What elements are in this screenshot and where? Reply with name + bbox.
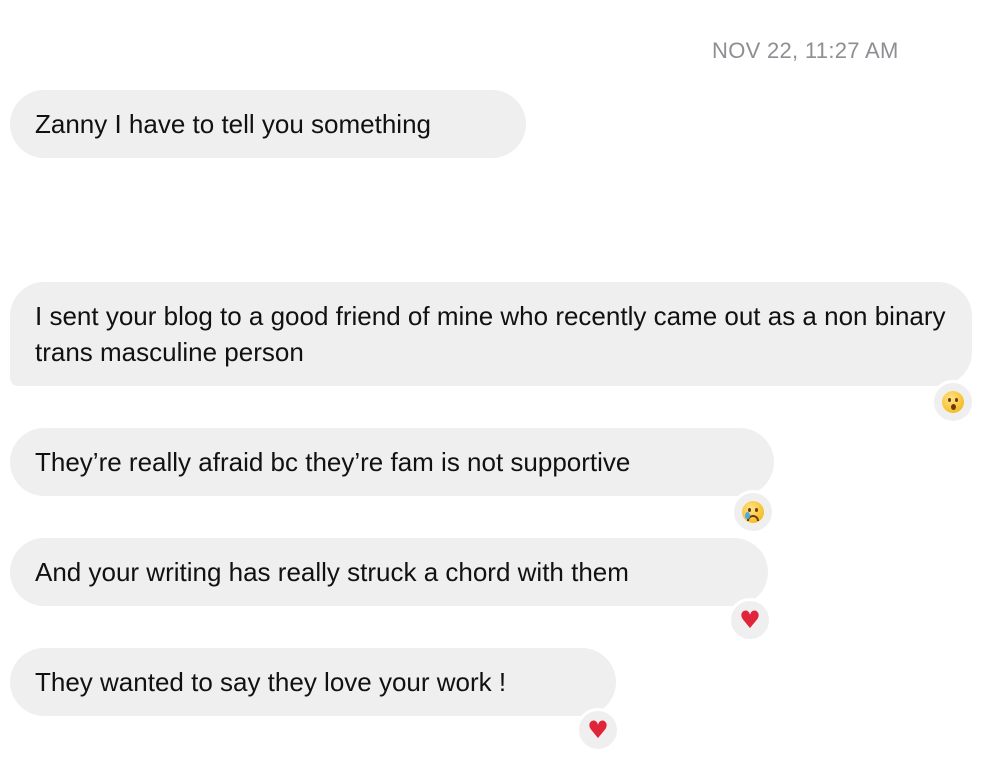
red-heart-icon: ♥	[739, 606, 761, 634]
reaction-crying[interactable]	[731, 490, 775, 534]
message-bubble-3[interactable]: They’re really afraid bc they’re fam is …	[10, 428, 774, 496]
reaction-astonished[interactable]	[931, 380, 975, 424]
astonished-face-icon	[942, 391, 964, 413]
message-bubble-2[interactable]: I sent your blog to a good friend of min…	[10, 282, 972, 386]
reaction-heart-2[interactable]: ♥	[576, 708, 620, 752]
red-heart-icon: ♥	[587, 716, 609, 744]
crying-face-icon	[742, 501, 764, 523]
message-timestamp: NOV 22, 11:27 AM	[712, 38, 899, 63]
message-bubble-1[interactable]: Zanny I have to tell you something	[10, 90, 526, 158]
reaction-heart-1[interactable]: ♥	[728, 598, 772, 642]
message-bubble-5[interactable]: They wanted to say they love your work !	[10, 648, 616, 716]
message-bubble-4[interactable]: And your writing has really struck a cho…	[10, 538, 768, 606]
